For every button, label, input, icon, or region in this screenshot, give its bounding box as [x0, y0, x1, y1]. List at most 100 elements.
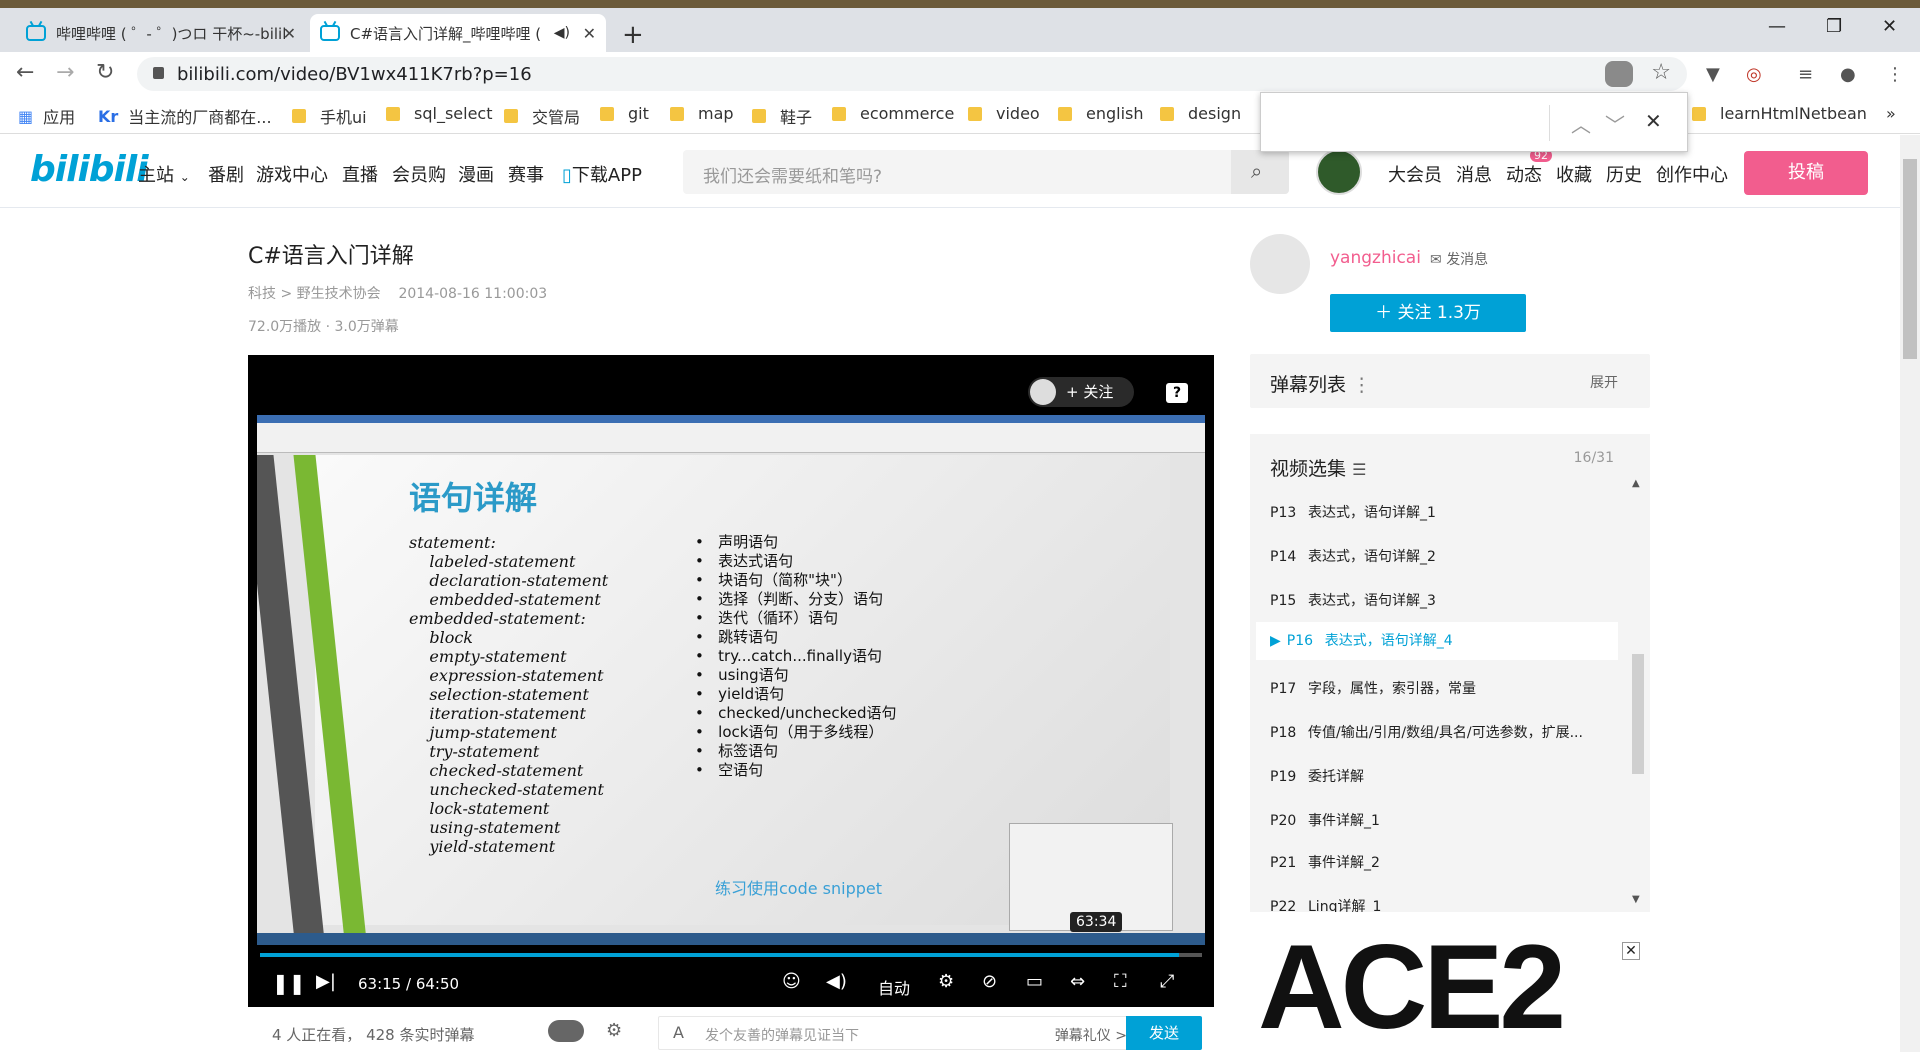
episode-item[interactable]: P14 表达式，语句详解_2	[1256, 538, 1618, 576]
nav-history[interactable]: 历史	[1606, 161, 1642, 187]
page-scrollbar-thumb[interactable]	[1903, 159, 1917, 359]
nav-download-app[interactable]: ▯下载APP	[562, 161, 642, 187]
nav-game-center[interactable]: 游戏中心	[256, 161, 328, 187]
nav-favorites[interactable]: 收藏	[1556, 161, 1592, 187]
nav-manga[interactable]: 漫画	[458, 161, 494, 187]
volume-icon[interactable]: ◀)	[826, 971, 847, 992]
bookmark-folder[interactable]: sql_select	[386, 104, 492, 123]
danmaku-etiquette-link[interactable]: 弹幕礼仪 >	[1055, 1025, 1127, 1045]
video-player[interactable]: + 关注 ? 语句详解 statement: labeled-statement…	[248, 355, 1214, 1007]
danmaku-settings-icon[interactable]: ⚙	[606, 1020, 622, 1041]
episode-item[interactable]: P19 委托详解	[1256, 758, 1618, 796]
extension-icon[interactable]: ◎	[1746, 64, 1762, 85]
episode-item[interactable]: P13 表达式，语句详解_1	[1256, 494, 1618, 532]
extension-vue-icon[interactable]: ▼	[1706, 64, 1720, 85]
page-scrollbar[interactable]	[1900, 135, 1920, 1052]
danmaku-list-panel[interactable]: 弹幕列表 ⋮ 展开	[1250, 354, 1650, 408]
advertisement-banner[interactable]: ACE2 ✕	[1250, 938, 1650, 1052]
nav-messages[interactable]: 消息	[1456, 161, 1492, 187]
web-fullscreen-icon[interactable]: ⛶	[1114, 971, 1127, 992]
follow-uploader-button[interactable]: ＋ 关注 1.3万	[1330, 294, 1526, 332]
minimize-icon[interactable]: —	[1768, 16, 1786, 37]
scrollbar-thumb[interactable]	[1632, 654, 1644, 774]
user-avatar[interactable]	[1316, 149, 1362, 195]
pip-icon[interactable]: ▭	[1026, 971, 1043, 992]
progress-bar[interactable]	[260, 953, 1202, 957]
help-icon[interactable]: ?	[1166, 383, 1188, 403]
close-tab-icon[interactable]: ✕	[583, 24, 596, 43]
episode-item[interactable]: P15 表达式，语句详解_3	[1256, 582, 1618, 620]
bookmark-folder[interactable]: map	[670, 104, 734, 123]
next-icon[interactable]: ▶|	[316, 971, 336, 992]
player-follow-button[interactable]: + 关注	[1028, 377, 1134, 407]
nav-live[interactable]: 直播	[342, 161, 378, 187]
bookmark-folder[interactable]: ecommerce	[832, 104, 954, 123]
bookmark-apps[interactable]: ▦ 应用	[18, 104, 75, 128]
episode-item[interactable]: P18 传值/输出/引用/数组/具名/可选参数，扩展...	[1256, 714, 1618, 752]
episode-item[interactable]: P20 事件详解_1	[1256, 802, 1618, 840]
menu-kebab-icon[interactable]: ⋮	[1886, 64, 1904, 85]
tab-bilibili-home[interactable]: 哔哩哔哩 ( ゜- ゜)つロ 干杯~-bilil ✕	[16, 14, 306, 52]
restore-icon[interactable]: ❐	[1826, 16, 1842, 37]
episode-item[interactable]: P22 Linq详解_1	[1256, 888, 1618, 912]
find-next-icon[interactable]: ﹀	[1605, 109, 1625, 138]
font-style-icon[interactable]: A	[673, 1023, 684, 1042]
episode-item-active[interactable]: ▶ P16 表达式，语句详解_4	[1256, 622, 1618, 660]
danmaku-off-icon[interactable]: ⊘	[982, 971, 997, 992]
find-prev-icon[interactable]: ︿	[1571, 109, 1591, 138]
bookmark-folder[interactable]: 交管局	[504, 104, 580, 128]
quality-selector[interactable]: 自动	[878, 975, 910, 999]
send-message-link[interactable]: ✉ 发消息	[1430, 249, 1488, 269]
uploader-avatar[interactable]	[1250, 234, 1310, 294]
ad-close-icon[interactable]: ✕	[1622, 942, 1640, 960]
bookmark-folder[interactable]: english	[1058, 104, 1144, 123]
back-icon[interactable]: ←	[16, 60, 34, 85]
forward-icon[interactable]: →	[56, 60, 74, 85]
media-control-icon[interactable]: ≡	[1798, 64, 1813, 85]
zoom-icon[interactable]	[1605, 61, 1633, 87]
search-placeholder[interactable]: 我们还会需要纸和笔吗?	[703, 162, 882, 187]
episode-item[interactable]: P21 事件详解_2	[1256, 844, 1618, 882]
bookmark-folder[interactable]: learnHtmlNetbean	[1692, 104, 1867, 123]
expand-link[interactable]: 展开	[1590, 372, 1618, 392]
close-window-icon[interactable]: ✕	[1882, 16, 1897, 37]
bookmark-folder[interactable]: design	[1160, 104, 1241, 123]
bookmarks-overflow-icon[interactable]: »	[1886, 104, 1896, 123]
nav-dynamic[interactable]: 动态	[1506, 161, 1542, 187]
video-category[interactable]: 科技 > 野生技术协会	[248, 286, 381, 302]
search-button[interactable]: ⌕	[1231, 150, 1289, 194]
scroll-up-icon[interactable]: ▲	[1632, 478, 1640, 489]
reload-icon[interactable]: ↻	[96, 60, 114, 85]
find-close-icon[interactable]: ✕	[1645, 109, 1662, 133]
nav-vip[interactable]: 大会员	[1388, 161, 1442, 187]
send-danmaku-button[interactable]: 发送	[1126, 1016, 1202, 1050]
close-tab-icon[interactable]: ✕	[283, 24, 296, 43]
nav-esports[interactable]: 赛事	[508, 161, 544, 187]
address-bar[interactable]: bilibili.com/video/BV1wx411K7rb?p=16 ☆	[137, 57, 1687, 91]
nav-creator-center[interactable]: 创作中心	[1656, 161, 1728, 187]
audio-playing-icon[interactable]: ◀)	[554, 25, 570, 41]
nav-shop[interactable]: 会员购	[392, 161, 446, 187]
danmaku-switch[interactable]	[548, 1020, 584, 1042]
uploader-name[interactable]: yangzhicai	[1330, 248, 1421, 268]
tab-video[interactable]: C#语言入门详解_哔哩哔哩 ( ◀) ✕	[310, 14, 606, 52]
bilibili-logo[interactable]: bilibili	[30, 149, 149, 190]
upload-button[interactable]: 投稿	[1744, 151, 1868, 195]
fullscreen-icon[interactable]: ⤢	[1160, 971, 1174, 992]
episode-item[interactable]: P17 字段，属性，索引器，常量	[1256, 670, 1618, 708]
settings-gear-icon[interactable]: ⚙	[938, 971, 954, 992]
episode-scrollbar[interactable]: ▲ ▼	[1632, 478, 1644, 905]
pause-icon[interactable]: ❚❚	[272, 971, 306, 995]
scroll-down-icon[interactable]: ▼	[1632, 894, 1640, 905]
danmaku-input[interactable]: A 发个友善的弹幕见证当下 弹幕礼仪 >	[658, 1016, 1136, 1050]
danmaku-toggle-icon[interactable]: ☺	[782, 971, 801, 992]
nav-main[interactable]: 主站 ⌄	[138, 161, 190, 187]
bookmark-folder[interactable]: 鞋子	[752, 104, 812, 128]
find-input[interactable]	[1269, 105, 1539, 141]
nav-bangumi[interactable]: 番剧	[208, 161, 244, 187]
danmaku-placeholder[interactable]: 发个友善的弹幕见证当下	[705, 1025, 859, 1045]
bookmark-star-icon[interactable]: ☆	[1651, 60, 1671, 85]
bookmark-kr[interactable]: Kr 当主流的厂商都在...	[98, 104, 272, 128]
url-text[interactable]: bilibili.com/video/BV1wx411K7rb?p=16	[177, 64, 532, 85]
bookmark-folder[interactable]: video	[968, 104, 1040, 123]
